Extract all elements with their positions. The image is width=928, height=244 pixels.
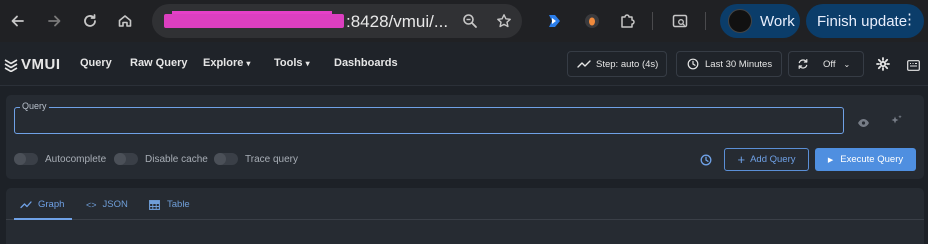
step-button[interactable]: Step: auto (4s) <box>567 51 667 77</box>
zoom-icon[interactable] <box>458 9 482 33</box>
disable-cache-toggle[interactable] <box>114 153 138 165</box>
avatar <box>728 9 752 33</box>
step-label: Step: auto (4s) <box>596 58 659 70</box>
chevron-down-icon: ⌄ <box>843 59 851 69</box>
browser-toolbar: :8428/vmui/... Work Finish update ⋮ <box>0 0 928 42</box>
refresh-icon <box>798 59 808 69</box>
table-icon <box>149 199 160 210</box>
extension-orange-icon[interactable] <box>580 9 604 33</box>
tab-table[interactable]: Table <box>149 199 190 210</box>
tab-graph-label: Graph <box>38 199 65 210</box>
nav-dashboards[interactable]: Dashboards <box>334 57 398 69</box>
app-header: VMUI Query Raw Query Explore ▾ Tools ▾ D… <box>0 42 928 86</box>
graph-trend-icon <box>20 201 32 209</box>
profile-button[interactable]: Work <box>720 4 800 38</box>
tab-json[interactable]: <> JSON <box>86 199 128 210</box>
time-range-button[interactable]: Last 30 Minutes <box>676 51 782 77</box>
trend-icon <box>577 60 591 68</box>
add-query-button[interactable]: + Add Query <box>724 148 809 171</box>
toolbar-divider <box>652 12 653 30</box>
results-panel: Graph <> JSON Table <box>6 188 924 244</box>
forward-icon[interactable] <box>42 9 66 33</box>
tab-table-label: Table <box>167 199 190 210</box>
query-panel: Query Autocomplete Disable cache Trace q… <box>6 95 924 179</box>
tab-json-label: JSON <box>102 199 128 210</box>
code-brackets-icon: <> <box>86 199 97 210</box>
execute-query-label: Execute Query <box>840 154 904 165</box>
tab-search-icon[interactable] <box>668 9 692 33</box>
nav-explore[interactable]: Explore ▾ <box>203 57 250 69</box>
settings-gear-icon[interactable] <box>876 57 892 73</box>
autocomplete-toggle[interactable] <box>14 153 38 165</box>
play-icon: ▶ <box>827 156 834 164</box>
autocomplete-label: Autocomplete <box>45 154 107 165</box>
finish-update-button[interactable]: Finish update ⋮ <box>806 4 924 38</box>
tab-graph[interactable]: Graph <box>20 199 64 210</box>
extension-blue-icon[interactable] <box>542 9 566 33</box>
nav-tools-label: Tools <box>274 57 303 69</box>
add-query-label: Add Query <box>750 154 796 165</box>
puzzle-extensions-icon[interactable] <box>615 9 639 33</box>
logo-text: VMUI <box>21 56 61 73</box>
refresh-label: Off <box>823 58 836 70</box>
caret-down-icon: ▾ <box>246 59 251 68</box>
profile-label: Work <box>760 12 795 30</box>
reload-icon[interactable] <box>78 9 102 33</box>
bookmark-star-icon[interactable] <box>492 9 516 33</box>
vm-logo-icon <box>4 58 18 72</box>
clock-icon <box>687 58 699 70</box>
update-label: Finish update <box>817 12 908 30</box>
tab-divider <box>6 219 924 220</box>
nav-query[interactable]: Query <box>80 57 112 69</box>
execute-query-button[interactable]: ▶ Execute Query <box>815 148 916 171</box>
toolbar-divider <box>705 12 706 30</box>
caret-down-icon: ▾ <box>305 59 310 68</box>
plus-icon: + <box>737 152 746 167</box>
nav-raw-query[interactable]: Raw Query <box>130 57 187 69</box>
back-icon[interactable] <box>6 9 30 33</box>
nav-tools[interactable]: Tools ▾ <box>274 57 310 69</box>
trace-query-toggle[interactable] <box>214 153 238 165</box>
eye-icon[interactable] <box>857 115 871 127</box>
more-vert-icon[interactable]: ⋮ <box>902 12 917 28</box>
time-range-label: Last 30 Minutes <box>705 58 773 70</box>
query-input[interactable]: Query <box>14 101 844 134</box>
active-tab-indicator <box>14 218 72 220</box>
home-icon[interactable] <box>113 9 137 33</box>
nav-explore-label: Explore <box>203 57 244 69</box>
keyboard-shortcuts-icon[interactable] <box>907 58 921 71</box>
vmui-logo[interactable]: VMUI <box>4 56 61 73</box>
disable-cache-label: Disable cache <box>145 154 208 165</box>
url-text: :8428/vmui/... <box>346 12 449 31</box>
query-field-label: Query <box>20 101 49 111</box>
address-bar[interactable]: :8428/vmui/... <box>152 4 522 38</box>
auto-refresh-button[interactable]: Off ⌄ <box>788 51 864 77</box>
url-redaction <box>164 14 344 28</box>
sparkle-ai-icon[interactable] <box>890 114 904 128</box>
trace-query-label: Trace query <box>245 154 298 165</box>
query-history-icon[interactable] <box>700 153 713 166</box>
